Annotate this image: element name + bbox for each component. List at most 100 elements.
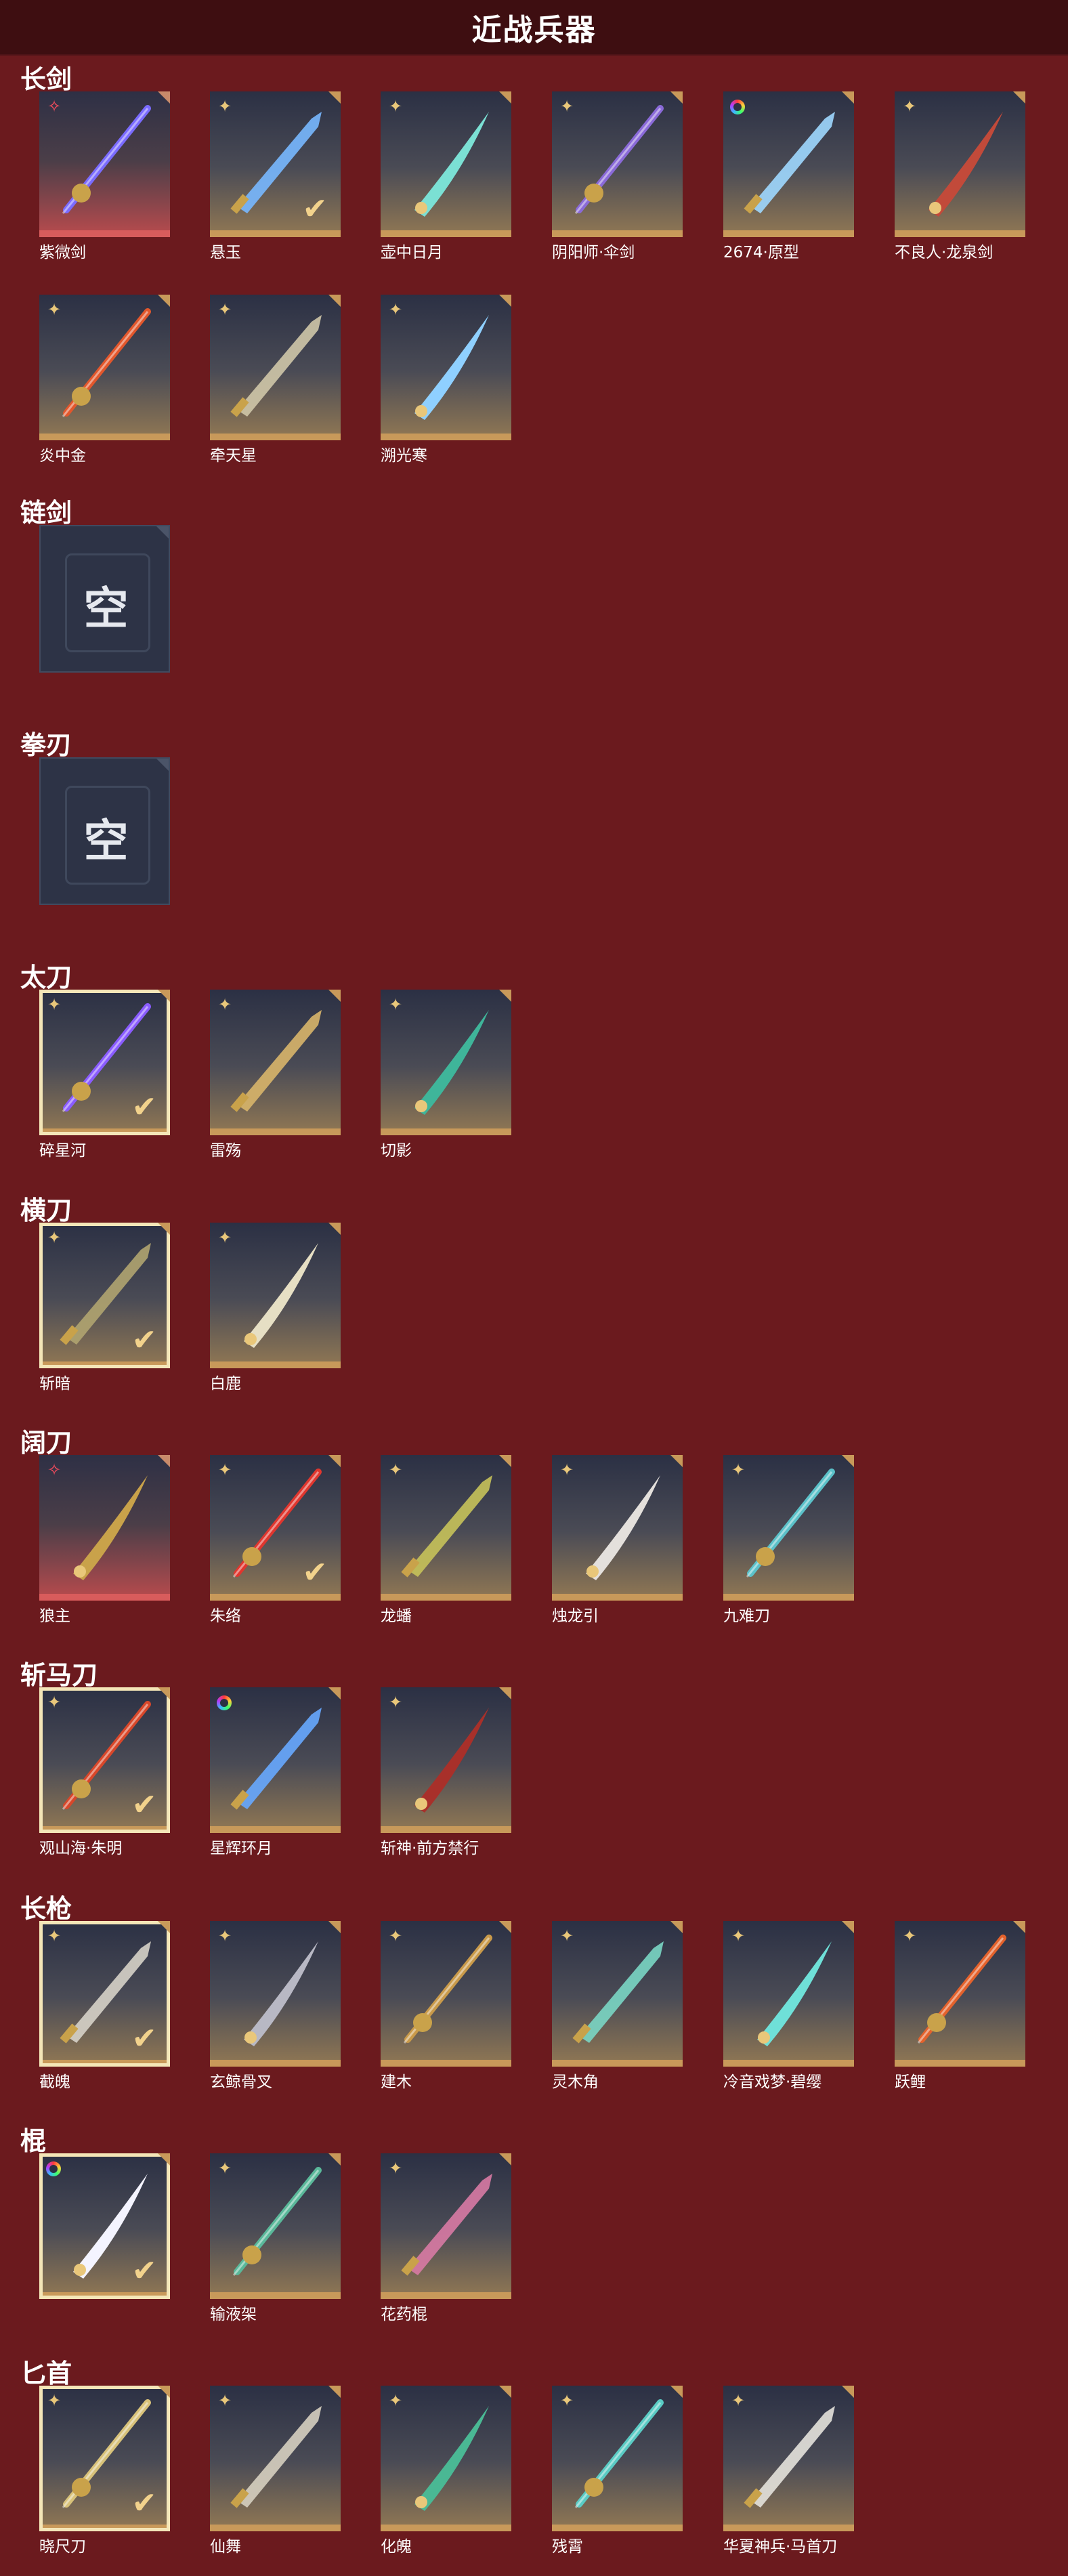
weapon-tile[interactable]: ✦ ✔ — [210, 1455, 341, 1601]
weapon-tile[interactable] — [210, 1687, 341, 1833]
weapon-tile[interactable]: ✦ — [723, 1921, 854, 2067]
weapon-tile[interactable]: ✦ — [210, 2153, 341, 2299]
four-point-star-icon: ✦ — [388, 1926, 403, 1945]
corner-mark — [328, 1921, 341, 1933]
weapon-tile[interactable]: ✦ — [381, 295, 511, 440]
weapon-card[interactable]: ✦ 玄鲸骨叉 — [210, 1921, 341, 2091]
weapon-card[interactable]: ✦ 仙舞 — [210, 2386, 341, 2556]
weapon-tile[interactable]: ✦ — [210, 1921, 341, 2067]
four-point-star-icon: ✦ — [731, 1926, 746, 1945]
weapon-card[interactable]: ✧ 紫微剑 — [39, 91, 170, 261]
weapon-tile[interactable]: ✦ ✔ — [39, 1223, 170, 1368]
weapon-card[interactable]: ✔ — [39, 2153, 170, 2309]
weapon-tile[interactable]: ✦ — [895, 91, 1025, 237]
weapon-tile[interactable]: ✦ ✔ — [39, 2386, 170, 2531]
corner-mark — [158, 91, 170, 104]
weapon-card[interactable]: ✦ 花药棍 — [381, 2153, 511, 2323]
weapon-card[interactable]: ✦ ✔ 晓尺刀 — [39, 2386, 170, 2556]
four-point-star-icon: ✦ — [731, 1460, 746, 1479]
corner-mark — [158, 1223, 170, 1235]
weapon-card[interactable]: ✦ 不良人·龙泉剑 — [895, 91, 1025, 261]
weapon-tile[interactable]: ✦ — [381, 91, 511, 237]
weapon-tile[interactable]: ✦ — [381, 2386, 511, 2531]
weapon-tile[interactable]: ✦ — [381, 990, 511, 1135]
weapon-tile[interactable]: ✦ ✔ — [210, 91, 341, 237]
weapon-card[interactable]: ✦ 牵天星 — [210, 295, 341, 465]
four-point-star-icon: ✦ — [388, 1693, 403, 1712]
weapon-tile[interactable]: ✦ — [895, 1921, 1025, 2067]
weapon-name: 仙舞 — [210, 2538, 241, 2556]
empty-slot[interactable]: 空 — [39, 525, 170, 673]
weapon-tile[interactable]: ✦ — [552, 2386, 683, 2531]
weapon-card[interactable]: ✦ ✔ 观山海·朱明 — [39, 1687, 170, 1857]
weapon-tile[interactable] — [723, 91, 854, 237]
four-point-star-icon: ✦ — [388, 2159, 403, 2178]
weapon-card[interactable]: 2674·原型 — [723, 91, 854, 261]
weapon-name: 残霄 — [552, 2538, 583, 2556]
weapon-card[interactable]: ✦ 阴阳师·伞剑 — [552, 91, 683, 261]
weapon-card[interactable]: ✦ 冷音戏梦·碧缨 — [723, 1921, 854, 2091]
weapon-tile[interactable]: ✦ — [552, 91, 683, 237]
weapon-name: 玄鲸骨叉 — [210, 2073, 272, 2091]
weapon-tile[interactable]: ✦ ✔ — [39, 990, 170, 1135]
corner-mark — [499, 2153, 511, 2166]
corner-mark — [499, 1687, 511, 1699]
weapon-card[interactable]: ✦ ✔ 截魄 — [39, 1921, 170, 2091]
weapon-card[interactable]: ✦ ✔ 朱络 — [210, 1455, 341, 1625]
empty-slot[interactable]: 空 — [39, 757, 170, 905]
weapon-card[interactable]: ✦ 炎中金 — [39, 295, 170, 465]
weapon-tile[interactable]: ✦ — [723, 2386, 854, 2531]
weapon-card[interactable]: ✦ 溯光寒 — [381, 295, 511, 465]
four-point-star-icon: ✦ — [217, 2159, 232, 2178]
weapon-card[interactable]: ✦ 化魄 — [381, 2386, 511, 2556]
weapon-tile[interactable]: ✦ — [381, 2153, 511, 2299]
weapon-card[interactable]: ✦ 输液架 — [210, 2153, 341, 2323]
weapon-card[interactable]: ✦ 建木 — [381, 1921, 511, 2091]
corner-mark — [328, 1455, 341, 1467]
star-rarity-icon: ✧ — [47, 1460, 62, 1479]
weapon-tile[interactable]: ✦ ✔ — [39, 1687, 170, 1833]
corner-mark — [670, 91, 683, 104]
weapon-card[interactable]: ✦ ✔ 悬玉 — [210, 91, 341, 261]
section-title: 拳刃 — [20, 730, 72, 760]
weapon-tile[interactable]: ✦ — [552, 1921, 683, 2067]
weapon-tile[interactable]: ✦ ✔ — [39, 1921, 170, 2067]
weapon-tile[interactable]: ✦ — [552, 1455, 683, 1601]
weapon-tile[interactable]: ✧ — [39, 91, 170, 237]
weapon-card[interactable]: ✦ 九难刀 — [723, 1455, 854, 1625]
four-point-star-icon: ✦ — [388, 1460, 403, 1479]
weapon-tile[interactable]: ✦ — [210, 295, 341, 440]
weapon-tile[interactable]: ✦ — [381, 1455, 511, 1601]
weapon-tile[interactable]: ✦ — [210, 2386, 341, 2531]
weapon-card[interactable]: ✦ 灵木角 — [552, 1921, 683, 2091]
weapon-card[interactable]: ✦ 跃鲤 — [895, 1921, 1025, 2091]
weapon-name: 阴阳师·伞剑 — [552, 244, 635, 261]
weapon-tile[interactable]: ✦ — [723, 1455, 854, 1601]
weapon-card[interactable]: ✦ 壶中日月 — [381, 91, 511, 261]
weapon-name: 九难刀 — [723, 1607, 770, 1625]
weapon-tile[interactable]: ✦ — [210, 990, 341, 1135]
weapon-tile[interactable]: ✧ — [39, 1455, 170, 1601]
weapon-tile[interactable]: ✦ — [381, 1687, 511, 1833]
weapon-card[interactable]: ✦ 烛龙引 — [552, 1455, 683, 1625]
weapon-card[interactable]: ✦ 残霄 — [552, 2386, 683, 2556]
weapon-card[interactable]: ✧ 狼主 — [39, 1455, 170, 1625]
weapon-card[interactable]: ✦ 切影 — [381, 990, 511, 1160]
four-point-star-icon: ✦ — [559, 2391, 574, 2410]
weapon-card[interactable]: ✦ 华夏神兵·马首刀 — [723, 2386, 854, 2556]
weapon-card[interactable]: ✦ ✔ 碎星河 — [39, 990, 170, 1160]
weapon-tile[interactable]: ✦ — [39, 295, 170, 440]
weapon-card[interactable]: ✦ 斩神·前方禁行 — [381, 1687, 511, 1857]
weapon-card[interactable]: 星辉环月 — [210, 1687, 341, 1857]
weapon-card[interactable]: ✦ 龙蟠 — [381, 1455, 511, 1625]
corner-mark — [158, 1921, 170, 1933]
weapon-tile[interactable]: ✦ — [210, 1223, 341, 1368]
weapon-card[interactable]: ✦ 白鹿 — [210, 1223, 341, 1393]
weapon-tile[interactable]: ✔ — [39, 2153, 170, 2299]
four-point-star-icon: ✦ — [388, 300, 403, 319]
four-point-star-icon: ✦ — [217, 300, 232, 319]
weapon-tile[interactable]: ✦ — [381, 1921, 511, 2067]
weapon-card[interactable]: ✦ 雷殇 — [210, 990, 341, 1160]
weapon-card[interactable]: ✦ ✔ 斩暗 — [39, 1223, 170, 1393]
corner-mark — [842, 1921, 854, 1933]
